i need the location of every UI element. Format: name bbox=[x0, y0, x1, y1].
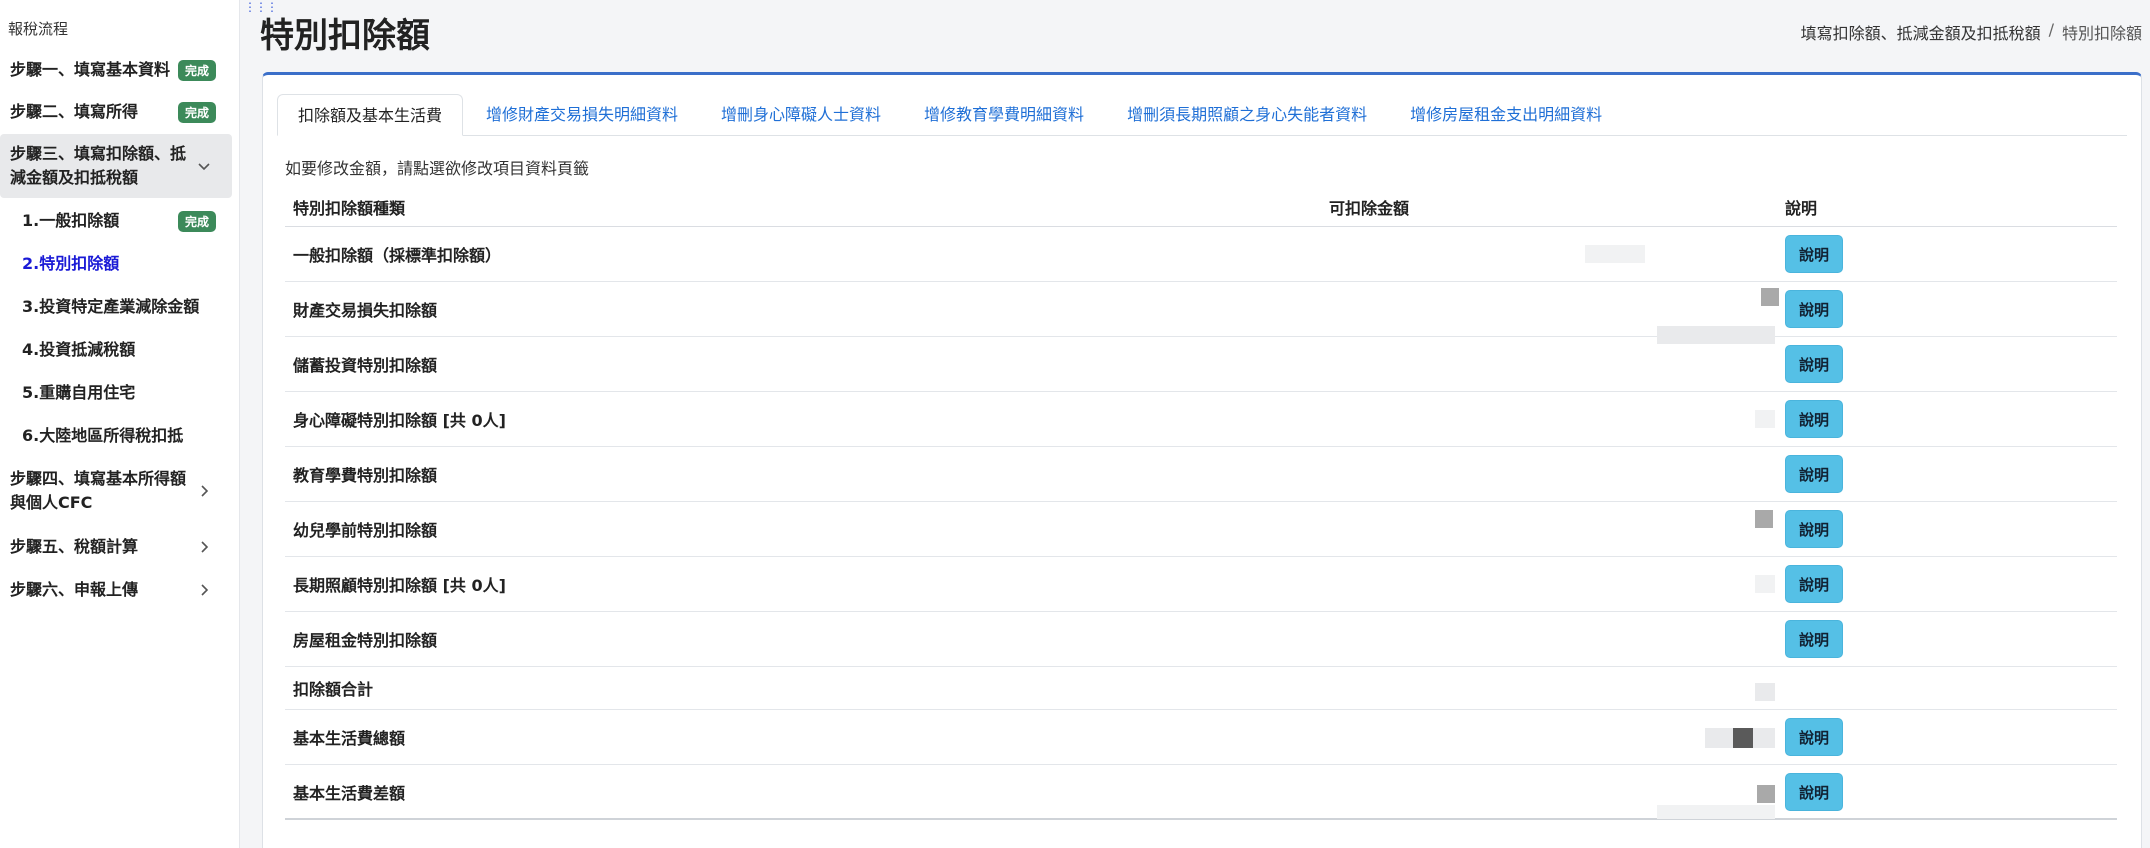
sidebar-step-2[interactable]: 步驟二、填寫所得 完成 bbox=[0, 97, 232, 127]
sidebar-step-label: 6.大陸地區所得稅扣抵 bbox=[22, 426, 184, 445]
sidebar-title: 報稅流程 bbox=[8, 20, 69, 38]
tab-property-loss[interactable]: 增修財產交易損失明細資料 bbox=[466, 94, 698, 136]
masked-value bbox=[1755, 683, 1775, 701]
row-label: 基本生活費總額 bbox=[293, 729, 406, 748]
sidebar-substep-2[interactable]: 2.特別扣除額 bbox=[0, 249, 232, 279]
table-header-row: 特別扣除額種類 可扣除金額 說明 bbox=[285, 187, 2117, 227]
row-label: 長期照顧特別扣除額 [共 0人] bbox=[293, 576, 506, 595]
table-row: 基本生活費差額 說明 bbox=[285, 765, 2117, 820]
breadcrumb: 填寫扣除額、抵減金額及扣抵稅額 / 特別扣除額 bbox=[1801, 20, 2142, 44]
sidebar-step-label: 1.一般扣除額 bbox=[22, 211, 120, 230]
sidebar-substep-5[interactable]: 5.重購自用住宅 bbox=[0, 378, 232, 408]
masked-value bbox=[1755, 510, 1773, 528]
row-label: 財產交易損失扣除額 bbox=[293, 301, 438, 320]
info-button[interactable]: 說明 bbox=[1785, 773, 1843, 811]
sidebar-step-label-line2: 減金額及扣抵稅額 bbox=[10, 168, 139, 187]
masked-value bbox=[1657, 805, 1775, 819]
sidebar-step-3[interactable]: 步驟三、填寫扣除額、抵 減金額及扣抵稅額 bbox=[0, 134, 232, 198]
sidebar-step-4[interactable]: 步驟四、填寫基本所得額 與個人CFC bbox=[0, 465, 232, 517]
row-label: 身心障礙特別扣除額 [共 0人] bbox=[293, 411, 506, 430]
tab-deductions-living-cost[interactable]: 扣除額及基本生活費 bbox=[277, 94, 464, 136]
tab-education[interactable]: 增修教育學費明細資料 bbox=[904, 94, 1104, 136]
masked-value bbox=[1585, 245, 1645, 263]
masked-value bbox=[1733, 728, 1753, 748]
row-label: 扣除額合計 bbox=[293, 680, 374, 699]
sidebar-step-label: 步驟三、填寫扣除額、抵 減金額及扣抵稅額 bbox=[0, 142, 194, 190]
sidebar-step-6[interactable]: 步驟六、申報上傳 bbox=[0, 575, 232, 605]
table-row-total: 扣除額合計 bbox=[285, 667, 2117, 710]
masked-value bbox=[1755, 575, 1775, 593]
table-row: 長期照顧特別扣除額 [共 0人] 說明 bbox=[285, 557, 2117, 612]
table-row: 財產交易損失扣除額 說明 bbox=[285, 282, 2117, 344]
sidebar-substep-6[interactable]: 6.大陸地區所得稅扣抵 bbox=[0, 421, 232, 451]
content-card: 扣除額及基本生活費 增修財產交易損失明細資料 增刪身心障礙人士資料 增修教育學費… bbox=[262, 72, 2142, 848]
sidebar-substep-4[interactable]: 4.投資抵減稅額 bbox=[0, 335, 232, 365]
sidebar: 報稅流程 步驟一、填寫基本資料 完成 步驟二、填寫所得 完成 步驟三、填寫扣除額… bbox=[0, 0, 240, 848]
masked-value bbox=[1755, 410, 1775, 428]
info-button[interactable]: 說明 bbox=[1785, 235, 1843, 273]
masked-value bbox=[1761, 288, 1779, 306]
breadcrumb-current: 特別扣除額 bbox=[2061, 24, 2142, 43]
breadcrumb-separator: / bbox=[2048, 20, 2054, 39]
table-row: 房屋租金特別扣除額 說明 bbox=[285, 612, 2117, 667]
sidebar-step-label-line2: 與個人CFC bbox=[10, 493, 93, 512]
table-row: 教育學費特別扣除額 說明 bbox=[285, 447, 2117, 502]
tab-disability[interactable]: 增刪身心障礙人士資料 bbox=[701, 94, 901, 136]
chevron-right-icon[interactable] bbox=[194, 537, 214, 557]
tab-house-rent[interactable]: 增修房屋租金支出明細資料 bbox=[1390, 94, 1622, 136]
tab-bar: 扣除額及基本生活費 增修財產交易損失明細資料 增刪身心障礙人士資料 增修教育學費… bbox=[277, 94, 2127, 136]
row-label: 基本生活費差額 bbox=[293, 783, 406, 803]
sidebar-step-label: 5.重購自用住宅 bbox=[22, 383, 136, 402]
sidebar-substep-3[interactable]: 3.投資特定產業減除金額 bbox=[0, 292, 232, 322]
row-label: 教育學費特別扣除額 bbox=[293, 466, 438, 485]
table-row: 身心障礙特別扣除額 [共 0人] 說明 bbox=[285, 392, 2117, 447]
row-label: 一般扣除額（採標準扣除額） bbox=[293, 246, 502, 265]
sidebar-step-label: 2.特別扣除額 bbox=[22, 254, 120, 273]
sidebar-step-label: 步驟六、申報上傳 bbox=[10, 580, 139, 599]
sidebar-step-label: 3.投資特定產業減除金額 bbox=[22, 297, 200, 316]
column-header-description: 說明 bbox=[1785, 198, 1818, 218]
row-label: 幼兒學前特別扣除額 bbox=[293, 521, 438, 540]
sidebar-step-label: 步驟一、填寫基本資料 bbox=[10, 60, 171, 79]
chevron-right-icon[interactable] bbox=[194, 580, 214, 600]
sidebar-step-label: 步驟四、填寫基本所得額 與個人CFC bbox=[0, 467, 194, 515]
info-button[interactable]: 說明 bbox=[1785, 290, 1843, 328]
chevron-down-icon[interactable] bbox=[194, 156, 214, 176]
info-button[interactable]: 說明 bbox=[1785, 400, 1843, 438]
row-label: 房屋租金特別扣除額 bbox=[293, 631, 438, 650]
table-row: 基本生活費總額 說明 bbox=[285, 710, 2117, 765]
sidebar-substep-1[interactable]: 1.一般扣除額 完成 bbox=[0, 206, 232, 236]
breadcrumb-link[interactable]: 填寫扣除額、抵減金額及扣抵稅額 bbox=[1801, 20, 2041, 44]
sidebar-step-label: 4.投資抵減稅額 bbox=[22, 340, 136, 359]
row-label: 儲蓄投資特別扣除額 bbox=[293, 356, 438, 375]
info-button[interactable]: 說明 bbox=[1785, 718, 1843, 756]
table-row: 一般扣除額（採標準扣除額） 說明 bbox=[285, 227, 2117, 282]
info-button[interactable]: 說明 bbox=[1785, 620, 1843, 658]
column-header-amount: 可扣除金額 bbox=[1329, 198, 1410, 218]
status-badge: 完成 bbox=[177, 210, 216, 232]
info-button[interactable]: 說明 bbox=[1785, 455, 1843, 493]
table-row: 幼兒學前特別扣除額 說明 bbox=[285, 502, 2117, 557]
status-badge: 完成 bbox=[177, 101, 216, 123]
column-header-type: 特別扣除額種類 bbox=[293, 198, 406, 218]
sidebar-step-5[interactable]: 步驟五、稅額計算 bbox=[0, 532, 232, 562]
tab-long-term-care[interactable]: 增刪須長期照顧之身心失能者資料 bbox=[1107, 94, 1387, 136]
hint-text: 如要修改金額，請點選欲修改項目資料頁籤 bbox=[285, 159, 590, 178]
sidebar-step-label: 步驟二、填寫所得 bbox=[10, 102, 139, 121]
sidebar-step-label: 步驟五、稅額計算 bbox=[10, 537, 139, 556]
info-button[interactable]: 說明 bbox=[1785, 565, 1843, 603]
sidebar-step-label-line1: 步驟三、填寫扣除額、抵 bbox=[10, 144, 187, 163]
sidebar-step-1[interactable]: 步驟一、填寫基本資料 完成 bbox=[0, 55, 232, 85]
page-title: 特別扣除額 bbox=[260, 16, 430, 56]
sidebar-step-label-line1: 步驟四、填寫基本所得額 bbox=[10, 469, 187, 488]
chevron-right-icon[interactable] bbox=[194, 481, 214, 501]
info-button[interactable]: 說明 bbox=[1785, 510, 1843, 548]
table-row: 儲蓄投資特別扣除額 說明 bbox=[285, 337, 2117, 392]
info-button[interactable]: 說明 bbox=[1785, 345, 1843, 383]
status-badge: 完成 bbox=[177, 59, 216, 81]
masked-value bbox=[1757, 785, 1775, 803]
deduction-table: 特別扣除額種類 可扣除金額 說明 一般扣除額（採標準扣除額） 說明 財產交易損失… bbox=[285, 187, 2117, 820]
